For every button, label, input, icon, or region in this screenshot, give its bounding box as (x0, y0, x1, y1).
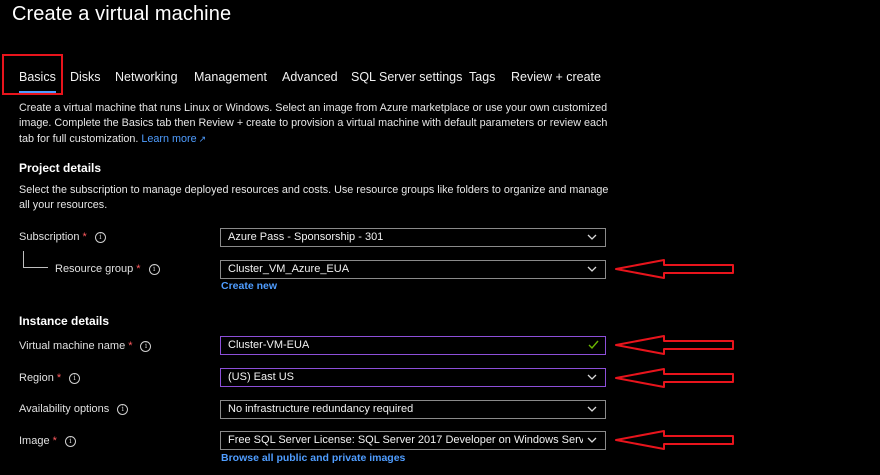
tab-label: Review + create (511, 70, 601, 84)
browse-images-link[interactable]: Browse all public and private images (221, 452, 405, 464)
tab-review-create[interactable]: Review + create (511, 70, 601, 84)
subscription-value: Azure Pass - Sponsorship - 301 (228, 231, 384, 243)
region-label-text: Region (19, 372, 54, 384)
project-details-description: Select the subscription to manage deploy… (19, 184, 609, 212)
project-details-heading: Project details (19, 161, 102, 175)
page-title: Create a virtual machine (12, 3, 232, 25)
availability-label-text: Availability options (19, 403, 110, 415)
chevron-down-icon (587, 266, 597, 272)
vm-name-value: Cluster-VM-EUA (228, 339, 310, 351)
subscription-select[interactable]: Azure Pass - Sponsorship - 301 (220, 228, 606, 247)
chevron-down-icon (587, 406, 597, 412)
instance-details-heading: Instance details (19, 314, 110, 328)
resource-group-select[interactable]: Cluster_VM_Azure_EUA (220, 260, 606, 279)
tab-tags[interactable]: Tags (469, 70, 495, 84)
resource-group-value: Cluster_VM_Azure_EUA (228, 263, 350, 275)
vm-name-label-text: Virtual machine name (19, 340, 126, 352)
create-vm-page: Create a virtual machine Basics Disks Ne… (0, 0, 880, 475)
annotation-highlight-box (2, 54, 63, 95)
image-label-text: Image (19, 435, 50, 447)
availability-value: No infrastructure redundancy required (228, 403, 414, 415)
region-value: (US) East US (228, 371, 295, 383)
learn-more-label: Learn more (141, 132, 197, 145)
subscription-label-text: Subscription (19, 231, 80, 243)
chevron-down-icon (587, 437, 597, 443)
annotation-arrow-icon (615, 368, 734, 388)
learn-more-link[interactable]: Learn more ↗ (141, 133, 206, 145)
annotation-arrow-icon (615, 430, 734, 450)
info-icon[interactable]: i (117, 404, 129, 415)
annotation-arrow-icon (615, 335, 734, 355)
availability-options-select[interactable]: No infrastructure redundancy required (220, 400, 606, 419)
vm-name-label: Virtual machine name * i (19, 340, 152, 352)
required-marker: * (52, 435, 57, 447)
subscription-label: Subscription * i (19, 231, 106, 243)
tab-label: Management (194, 70, 267, 84)
annotation-arrow-icon (615, 259, 734, 279)
intro-description: Create a virtual machine that runs Linux… (19, 101, 609, 147)
tab-management[interactable]: Management (194, 70, 267, 84)
availability-options-label: Availability options i (19, 403, 129, 415)
region-select[interactable]: (US) East US (220, 368, 606, 387)
info-icon[interactable]: i (148, 264, 160, 275)
intro-text: Create a virtual machine that runs Linux… (19, 102, 608, 145)
chevron-down-icon (587, 374, 597, 380)
image-value: Free SQL Server License: SQL Server 2017… (228, 434, 583, 446)
image-label: Image * i (19, 435, 76, 447)
tab-label: Disks (70, 70, 101, 84)
tab-advanced[interactable]: Advanced (282, 70, 338, 84)
vm-name-input[interactable]: Cluster-VM-EUA (220, 336, 606, 355)
required-marker: * (128, 340, 133, 352)
checkmark-icon (588, 340, 599, 350)
resource-group-label: Resource group * i (55, 263, 160, 275)
region-label: Region * i (19, 372, 81, 384)
required-marker: * (136, 263, 141, 275)
required-marker: * (56, 372, 62, 384)
tab-disks[interactable]: Disks (70, 70, 101, 84)
info-icon[interactable]: i (94, 232, 106, 243)
tab-label: SQL Server settings (351, 70, 463, 84)
chevron-down-icon (587, 234, 597, 240)
info-icon[interactable]: i (64, 436, 76, 447)
info-icon[interactable]: i (69, 373, 81, 384)
tab-label: Tags (469, 70, 496, 84)
required-marker: * (82, 231, 87, 243)
image-select[interactable]: Free SQL Server License: SQL Server 2017… (220, 431, 606, 450)
tab-label: Networking (115, 70, 178, 84)
tab-bar: Basics Disks Networking Management Advan… (0, 64, 880, 94)
info-icon[interactable]: i (140, 341, 152, 352)
external-link-icon: ↗ (198, 133, 207, 144)
resource-group-label-text: Resource group (55, 263, 134, 275)
tab-networking[interactable]: Networking (115, 70, 178, 84)
tab-label: Advanced (282, 70, 338, 84)
create-new-resource-group-link[interactable]: Create new (221, 280, 277, 292)
tab-sql-server-settings[interactable]: SQL Server settings (351, 70, 462, 84)
resource-group-tree-connector (23, 251, 48, 268)
